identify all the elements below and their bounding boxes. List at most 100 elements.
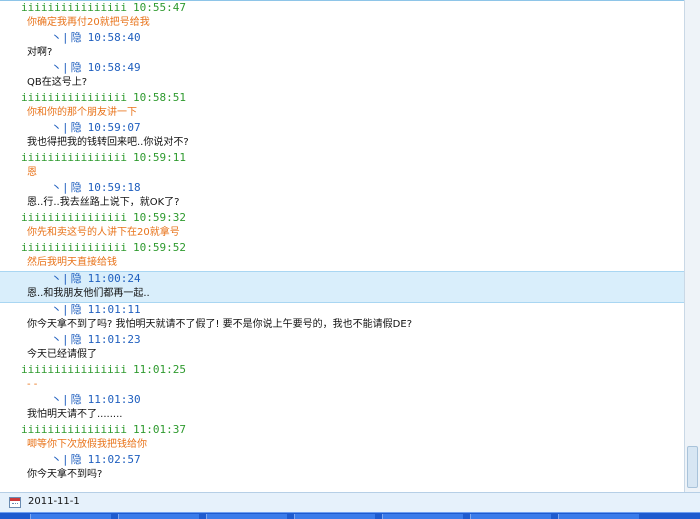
message-time: 11:01:37 [132,423,186,436]
message-time: 11:01:23 [87,333,141,346]
message-time: 10:58:51 [132,91,186,104]
message-item[interactable]: 丶| 隐 11:01:23 今天已经请假了 [0,333,684,363]
date-bar: 2011-11-1 [0,492,700,512]
message-text: 对啊? [27,47,53,58]
taskbar [0,512,700,519]
sender-name[interactable]: iiiiiiiiiiiiiiii [21,363,127,376]
message-item[interactable]: 丶| 隐 11:01:11 你今天拿不到了吗? 我怕明天就请不了假了! 要不是你说上午… [0,303,684,333]
message-header: iiiiiiiiiiiiiiii 10:59:11 [0,151,684,165]
sender-name[interactable]: 隐 [71,181,82,194]
sender-mark: 丶| [51,61,69,74]
sender-name[interactable]: 隐 [71,121,82,134]
message-item[interactable]: iiiiiiiiiiiiiiii 10:59:11 恩 [0,151,684,181]
message-time: 10:58:49 [87,61,141,74]
sender-name[interactable]: 隐 [71,303,82,316]
sender-mark: 丶| [51,181,69,194]
sender-name[interactable]: 隐 [71,31,82,44]
message-text: 恩..和我朋友他们都再一起.. [27,288,150,299]
message-time: 11:01:25 [132,363,186,376]
taskbar-button[interactable] [558,514,639,519]
message-time: 10:59:11 [132,151,186,164]
message-text: 我也得把我的钱转回来吧..你说对不? [27,137,189,148]
taskbar-button[interactable] [470,514,551,519]
sender-mark: 丶| [51,333,69,346]
sender-name[interactable]: iiiiiiiiiiiiiiii [21,423,127,436]
message-item[interactable]: iiiiiiiiiiiiiiii 11:01:37 唧等你下次放假我把钱给你 [0,423,684,453]
message-header: 丶| 隐 10:59:07 [0,121,684,135]
message-text: 恩 [27,167,37,178]
message-time: 11:00:24 [87,272,141,285]
message-item[interactable]: iiiiiiiiiiiiiiii 10:59:52 然后我明天直接给钱 [0,241,684,271]
sender-name[interactable]: 隐 [71,333,82,346]
message-header: 丶| 隐 11:01:23 [0,333,684,347]
taskbar-button[interactable] [382,514,463,519]
message-time: 10:59:07 [87,121,141,134]
message-item[interactable]: 丶| 隐 10:58:40 对啊? [0,31,684,61]
scrollbar-thumb[interactable] [687,446,698,488]
message-header: iiiiiiiiiiiiiiii 10:58:51 [0,91,684,105]
sender-name[interactable]: 隐 [71,453,82,466]
current-date: 2011-11-1 [28,496,80,507]
vertical-scrollbar[interactable] [684,0,700,492]
message-item[interactable]: 丶| 隐 11:01:30 我怕明天请不了........ [0,393,684,423]
message-item[interactable]: 丶| 隐 10:58:49 QB在这号上? [0,61,684,91]
message-time: 11:01:30 [87,393,141,406]
message-text: 你今天拿不到吗? [27,469,103,480]
chat-history-panel[interactable]: iiiiiiiiiiiiiiii 10:55:47 你确定我再付20就把号给我 丶| 隐… [0,0,684,493]
message-time: 10:59:32 [132,211,186,224]
message-item[interactable]: 丶| 隐 10:59:07 我也得把我的钱转回来吧..你说对不? [0,121,684,151]
sender-mark: 丶| [51,272,69,285]
message-time: 11:01:11 [87,303,141,316]
message-text: 然后我明天直接给钱 [27,257,117,268]
sender-name[interactable]: iiiiiiiiiiiiiiii [21,151,127,164]
message-header: iiiiiiiiiiiiiiii 11:01:37 [0,423,684,437]
sender-name[interactable]: 隐 [71,393,82,406]
message-time: 10:59:18 [87,181,141,194]
taskbar-button[interactable] [30,514,111,519]
sender-mark: 丶| [51,453,69,466]
message-time: 10:59:52 [132,241,186,254]
message-header: 丶| 隐 10:59:18 [0,181,684,195]
message-text: 你先和卖这号的人讲下在20就拿号 [27,227,180,238]
message-header: 丶| 隐 11:01:30 [0,393,684,407]
message-header: iiiiiiiiiiiiiiii 10:59:32 [0,211,684,225]
message-header: iiiiiiiiiiiiiiii 10:59:52 [0,241,684,255]
message-item[interactable]: 丶| 隐 11:00:24 恩..和我朋友他们都再一起.. [0,271,684,303]
message-text: 今天已经请假了 [27,349,97,360]
taskbar-button[interactable] [294,514,375,519]
message-header: iiiiiiiiiiiiiiii 10:55:47 [0,1,684,15]
message-item[interactable]: iiiiiiiiiiiiiiii 10:55:47 你确定我再付20就把号给我 [0,1,684,31]
message-header: 丶| 隐 10:58:40 [0,31,684,45]
message-text: QB在这号上? [27,77,88,88]
sender-mark: 丶| [51,303,69,316]
sender-name[interactable]: iiiiiiiiiiiiiiii [21,91,127,104]
message-header: 丶| 隐 11:00:24 [0,272,684,286]
message-time: 11:02:57 [87,453,141,466]
calendar-icon[interactable] [9,497,21,508]
message-item[interactable]: iiiiiiiiiiiiiiii 10:59:32 你先和卖这号的人讲下在20就拿号 [0,211,684,241]
message-item[interactable]: iiiiiiiiiiiiiiii 11:01:25 - - [0,363,684,393]
message-header: 丶| 隐 10:58:49 [0,61,684,75]
sender-name[interactable]: 隐 [71,61,82,74]
sender-mark: 丶| [51,393,69,406]
message-header: 丶| 隐 11:02:57 [0,453,684,467]
message-item[interactable]: iiiiiiiiiiiiiiii 10:58:51 你和你的那个朋友讲一下 [0,91,684,121]
message-text: 你和你的那个朋友讲一下 [27,107,137,118]
message-time: 10:55:47 [132,1,186,14]
taskbar-button[interactable] [206,514,287,519]
message-time: 10:58:40 [87,31,141,44]
message-text: - - [27,379,38,390]
sender-name[interactable]: iiiiiiiiiiiiiiii [21,1,127,14]
message-text: 我怕明天请不了........ [27,409,123,420]
sender-name[interactable]: iiiiiiiiiiiiiiii [21,241,127,254]
taskbar-button[interactable] [118,514,199,519]
message-text: 唧等你下次放假我把钱给你 [27,439,147,450]
message-header: iiiiiiiiiiiiiiii 11:01:25 [0,363,684,377]
message-item[interactable]: 丶| 隐 10:59:18 恩..行..我去丝路上说下，就OK了? [0,181,684,211]
message-item[interactable]: 丶| 隐 11:02:57 你今天拿不到吗? [0,453,684,483]
sender-name[interactable]: iiiiiiiiiiiiiiii [21,211,127,224]
message-text: 你确定我再付20就把号给我 [27,17,150,28]
sender-mark: 丶| [51,121,69,134]
message-text: 你今天拿不到了吗? 我怕明天就请不了假了! 要不是你说上午要号的，我也不能请假D… [27,319,412,330]
sender-name[interactable]: 隐 [71,272,82,285]
